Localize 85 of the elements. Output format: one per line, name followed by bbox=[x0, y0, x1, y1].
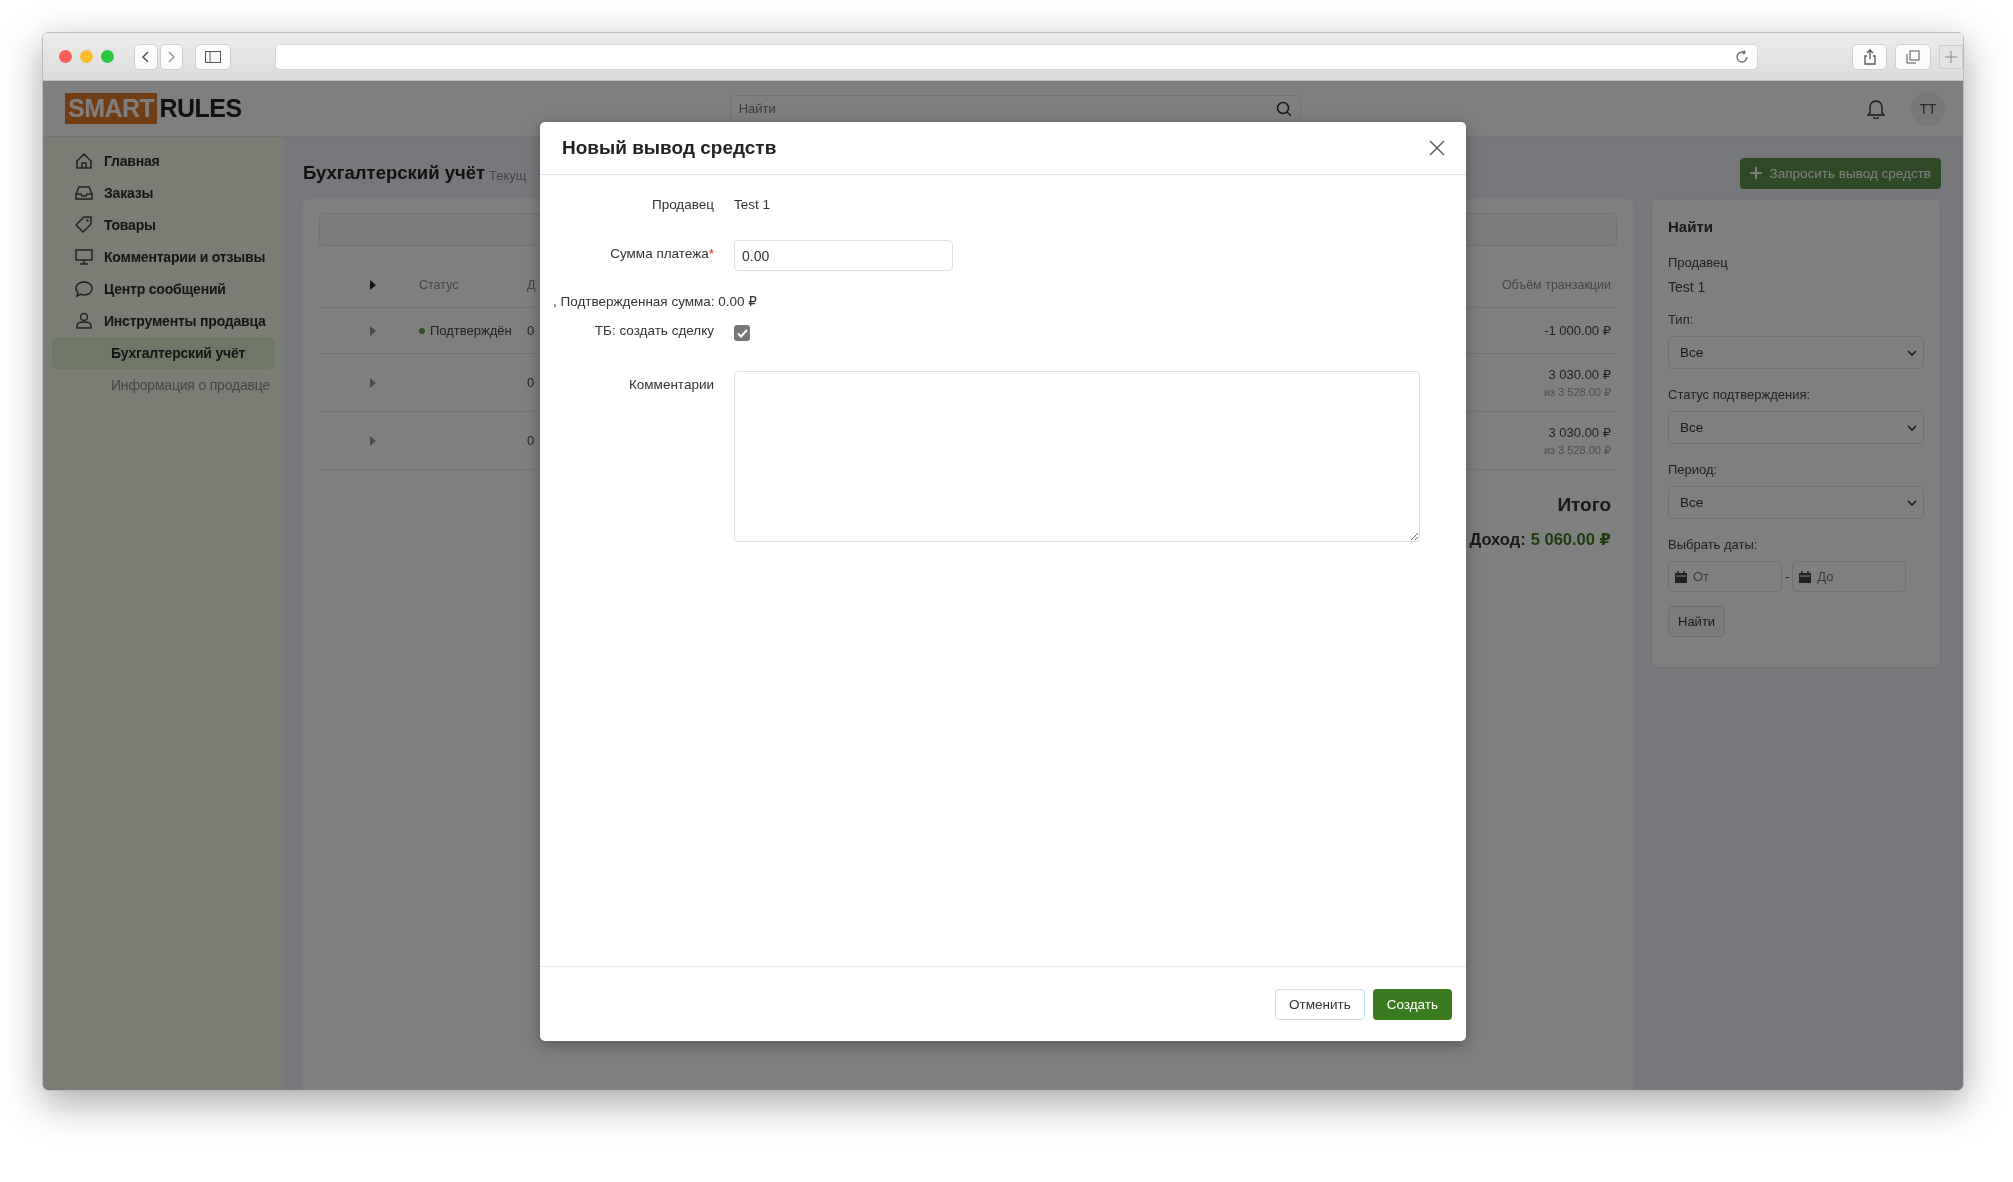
column-header: Статус bbox=[419, 277, 460, 292]
amount-cell: -1 000.00 ₽ bbox=[1544, 323, 1611, 338]
date-separator: - bbox=[1785, 569, 1790, 584]
dialog-title: Новый вывод средств bbox=[562, 137, 777, 159]
field-label: Комментарии bbox=[627, 377, 714, 392]
seller-value: Test 1 bbox=[1668, 279, 1707, 295]
filter-title: Найти bbox=[1668, 218, 1714, 235]
back-button[interactable] bbox=[133, 43, 158, 70]
dates-label: Выбрать даты: bbox=[1668, 537, 1759, 552]
share-icon bbox=[1863, 48, 1876, 65]
minimize-window-button[interactable] bbox=[79, 50, 93, 63]
table-cell: 0 bbox=[527, 433, 535, 448]
find-button[interactable]: Найти bbox=[1668, 606, 1726, 637]
seller-value: Test 1 bbox=[734, 197, 772, 212]
select-field[interactable]: Все bbox=[1668, 336, 1924, 369]
user-icon bbox=[74, 311, 94, 331]
cancel-button[interactable]: Отменить bbox=[1275, 988, 1365, 1020]
chat-icon bbox=[74, 279, 94, 299]
column-header: Объём транзакции bbox=[1501, 277, 1611, 292]
chevron-down-icon bbox=[1907, 424, 1917, 431]
sidebar-toggle-button[interactable] bbox=[195, 43, 232, 70]
new-tab-button[interactable] bbox=[1939, 44, 1963, 69]
create-button[interactable]: Создать bbox=[1372, 988, 1452, 1020]
status-label: Подтверждён bbox=[419, 323, 527, 338]
inbox-icon bbox=[74, 183, 94, 203]
bell-icon[interactable] bbox=[1867, 98, 1885, 119]
sidebar-icon bbox=[205, 50, 222, 63]
chevron-right-icon bbox=[167, 50, 176, 63]
chevron-down-icon bbox=[1907, 499, 1917, 506]
filter-label: Статус подтверждения: bbox=[1668, 387, 1812, 402]
field-label: Продавец bbox=[650, 197, 714, 212]
expand-icon[interactable] bbox=[370, 325, 376, 336]
date-to-field[interactable]: До bbox=[1792, 561, 1907, 592]
search-field[interactable]: Найти bbox=[729, 94, 1301, 123]
amount-cell: 3 030.00 ₽ bbox=[1548, 424, 1611, 440]
expand-icon[interactable] bbox=[370, 279, 376, 290]
field-label: ТБ: создать сделку bbox=[593, 323, 714, 338]
select-field[interactable]: Все bbox=[1668, 411, 1924, 444]
calendar-icon bbox=[1675, 571, 1687, 583]
select-field[interactable]: Все bbox=[1668, 486, 1924, 519]
sidebar-item[interactable]: Товары bbox=[52, 209, 275, 241]
income-label: Доход: bbox=[1469, 530, 1526, 549]
user-avatar[interactable]: TT bbox=[1911, 91, 1945, 126]
request-withdrawal-button[interactable]: Запросить вывод средств bbox=[1739, 157, 1941, 189]
zoom-window-button[interactable] bbox=[100, 50, 114, 63]
sidebar-item[interactable]: Инструменты продавца bbox=[52, 305, 275, 337]
amount-cell: 3 030.00 ₽ bbox=[1548, 366, 1611, 382]
field-label: Сумма платежа* bbox=[609, 246, 714, 261]
date-from-field[interactable]: От bbox=[1668, 561, 1782, 592]
table-cell: 0 bbox=[527, 375, 535, 390]
close-button[interactable] bbox=[1428, 139, 1446, 157]
table-cell: 0 bbox=[527, 323, 535, 338]
expand-icon[interactable] bbox=[370, 377, 376, 388]
amount-field[interactable]: 0.00 bbox=[734, 240, 953, 271]
plus-icon bbox=[1945, 50, 1958, 63]
plus-icon bbox=[1749, 167, 1762, 179]
filter-label: Период: bbox=[1668, 462, 1719, 477]
sidebar-item[interactable]: Главная bbox=[52, 145, 275, 177]
tabs-button[interactable] bbox=[1895, 43, 1932, 70]
comments-field[interactable] bbox=[734, 371, 1420, 542]
page-title: Бухгалтерский учёт bbox=[303, 162, 486, 184]
sidebar-item[interactable]: Комментарии и отзывы bbox=[52, 241, 275, 273]
income-value: 5 060.00 ₽ bbox=[1530, 530, 1611, 549]
home-icon bbox=[74, 151, 94, 171]
totals-title: Итого bbox=[1557, 494, 1611, 516]
search-icon[interactable] bbox=[1275, 100, 1292, 117]
checkbox[interactable] bbox=[734, 325, 750, 341]
sidebar-item[interactable]: Заказы bbox=[52, 177, 275, 209]
calendar-icon bbox=[1799, 571, 1812, 583]
expand-icon[interactable] bbox=[370, 435, 376, 446]
seller-label: Продавец bbox=[1668, 255, 1729, 270]
chevron-left-icon bbox=[141, 50, 150, 63]
reload-icon[interactable] bbox=[1734, 49, 1749, 64]
filter-label: Тип: bbox=[1668, 312, 1695, 327]
close-window-button[interactable] bbox=[59, 50, 72, 63]
tabs-icon bbox=[1906, 49, 1921, 64]
forward-button[interactable] bbox=[159, 43, 184, 70]
confirmed-amount-text: , Подтвержденная сумма: 0.00 ₽ bbox=[552, 293, 758, 309]
monitor-icon bbox=[74, 247, 94, 267]
tag-icon bbox=[74, 215, 94, 235]
chevron-down-icon bbox=[1907, 349, 1917, 356]
share-button[interactable] bbox=[1851, 43, 1888, 70]
sidebar-item[interactable]: Бухгалтерский учёт bbox=[52, 337, 275, 369]
sidebar-item[interactable]: Центр сообщений bbox=[52, 273, 275, 305]
column-header: Д bbox=[527, 277, 536, 292]
